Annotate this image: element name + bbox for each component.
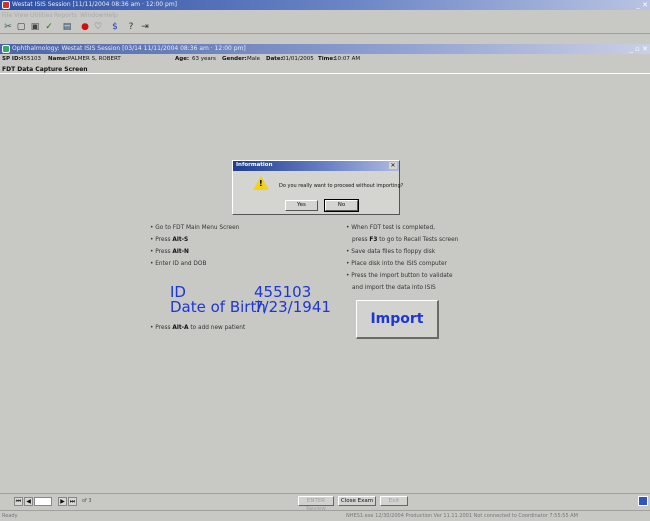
app-icon — [2, 1, 10, 9]
scissors-icon[interactable]: ✂ — [3, 22, 13, 32]
dob-label: Date of Birth — [170, 298, 266, 316]
date-value: 01/01/2005 — [282, 56, 314, 62]
patient-info-bar: SP ID: 455103 Name: PALMER S, ROBERT Age… — [0, 55, 650, 64]
name-value: PALMER S, ROBERT — [68, 56, 121, 62]
dialog-yes-button[interactable]: Yes — [285, 200, 318, 211]
status-bar: Ready NHES1.exe 12/30/2004 Production Ve… — [0, 510, 650, 521]
instruction-right-5: • Press the import button to validate — [346, 273, 453, 279]
close-exam-button[interactable]: Close Exam — [338, 496, 376, 506]
instruction-right-1: • When FDT test is completed, — [346, 225, 435, 231]
bottom-nav-bar: ⏮ ◀ ▶ ⏭ of 3 ENTER Review Close Exam Exi… — [0, 493, 650, 512]
last-page-icon[interactable]: ⏭ — [68, 497, 77, 506]
instruction-right-4: • Place disk into the ISIS computer — [346, 261, 447, 267]
status-right: NHES1.exe 12/30/2004 Production Ver 11.1… — [346, 513, 578, 519]
exit-icon[interactable]: ⇥ — [140, 22, 150, 32]
toolbar: ✂ ▢ ▣ ✓ ▤ ● ♡ $ ? ⇥ — [0, 20, 650, 34]
page-count-label: of 3 — [82, 498, 92, 504]
time-label: Time: — [318, 56, 336, 62]
sp-id-value: 455103 — [20, 56, 41, 62]
dialog-title: Information — [236, 162, 273, 168]
menu-reports[interactable]: Reports — [54, 12, 77, 19]
name-label: Name: — [48, 56, 68, 62]
dollar-icon[interactable]: $ — [110, 22, 120, 32]
app-title: Westat ISIS Session [11/11/2004 08:36 am… — [12, 1, 178, 8]
menu-view[interactable]: View — [14, 12, 28, 19]
help-icon[interactable]: ? — [126, 22, 136, 32]
record-icon[interactable]: ● — [80, 22, 90, 32]
dob-value: 7/23/1941 — [254, 298, 331, 316]
child-window-title: Ophthalmology: Westat ISIS Session [03/1… — [12, 45, 246, 52]
task-corner-icon[interactable] — [638, 496, 648, 506]
link-icon[interactable]: ♡ — [93, 22, 103, 32]
dialog-no-button[interactable]: No — [324, 199, 359, 212]
age-label: Age: — [175, 56, 190, 62]
check-icon[interactable]: ✓ — [44, 22, 54, 32]
save-icon[interactable]: ▣ — [30, 22, 40, 32]
child-window-title-bar: Ophthalmology: Westat ISIS Session [03/1… — [0, 44, 650, 54]
instruction-left-4: • Enter ID and DOB — [150, 261, 207, 267]
instruction-left-2: • Press Alt-S — [150, 237, 189, 243]
new-document-icon[interactable]: ▢ — [16, 22, 26, 32]
exit-button[interactable]: Exit — [380, 496, 408, 506]
next-page-icon[interactable]: ▶ — [58, 497, 67, 506]
menu-utilities[interactable]: Utilities — [30, 12, 53, 19]
instruction-add-patient: • Press Alt-A to add new patient — [150, 325, 246, 331]
warning-icon: ! — [253, 176, 269, 190]
print-icon[interactable]: ▤ — [62, 22, 72, 32]
instruction-right-2: press F3 to go to Recall Tests screen — [352, 237, 459, 243]
menu-file[interactable]: File — [2, 12, 12, 19]
prev-page-icon[interactable]: ◀ — [24, 497, 33, 506]
age-value: 63 years — [192, 56, 216, 62]
gender-value: Male — [247, 56, 261, 62]
information-dialog: Information ✕ ! Do you really want to pr… — [232, 160, 404, 215]
gender-label: Gender: — [222, 56, 247, 62]
instruction-left-1: • Go to FDT Main Menu Screen — [150, 225, 240, 231]
import-button[interactable]: Import — [356, 300, 439, 339]
instruction-right-6: and import the data into ISIS — [352, 285, 436, 291]
application-window: Westat ISIS Session [11/11/2004 08:36 am… — [0, 0, 650, 521]
window-controls[interactable]: _ ✕ — [636, 1, 648, 9]
menu-bar: File View Utilities Reports Window Help — [0, 11, 650, 20]
child-window-controls[interactable]: _ ▫ ✕ — [629, 45, 648, 53]
app-title-bar: Westat ISIS Session [11/11/2004 08:36 am… — [0, 0, 650, 10]
date-label: Date: — [266, 56, 283, 62]
child-window-icon — [2, 45, 10, 53]
sp-id-label: SP ID: — [2, 56, 21, 62]
menu-help[interactable]: Help — [104, 12, 118, 19]
dialog-title-bar: Information ✕ — [233, 161, 399, 171]
dialog-close-icon[interactable]: ✕ — [389, 162, 397, 169]
screen-title: FDT Data Capture Screen — [2, 66, 88, 73]
status-left: Ready — [2, 513, 18, 519]
dialog-message: Do you really want to proceed without im… — [279, 183, 404, 189]
time-value: 10:07 AM — [334, 56, 361, 62]
first-page-icon[interactable]: ⏮ — [14, 497, 23, 506]
instruction-left-3: • Press Alt-N — [150, 249, 189, 255]
page-number-input[interactable] — [34, 497, 52, 506]
screen-header: FDT Data Capture Screen — [0, 65, 650, 74]
enter-review-button[interactable]: ENTER Review — [298, 496, 334, 512]
instruction-right-3: • Save data files to floppy disk — [346, 249, 436, 255]
menu-window[interactable]: Window — [80, 12, 104, 19]
